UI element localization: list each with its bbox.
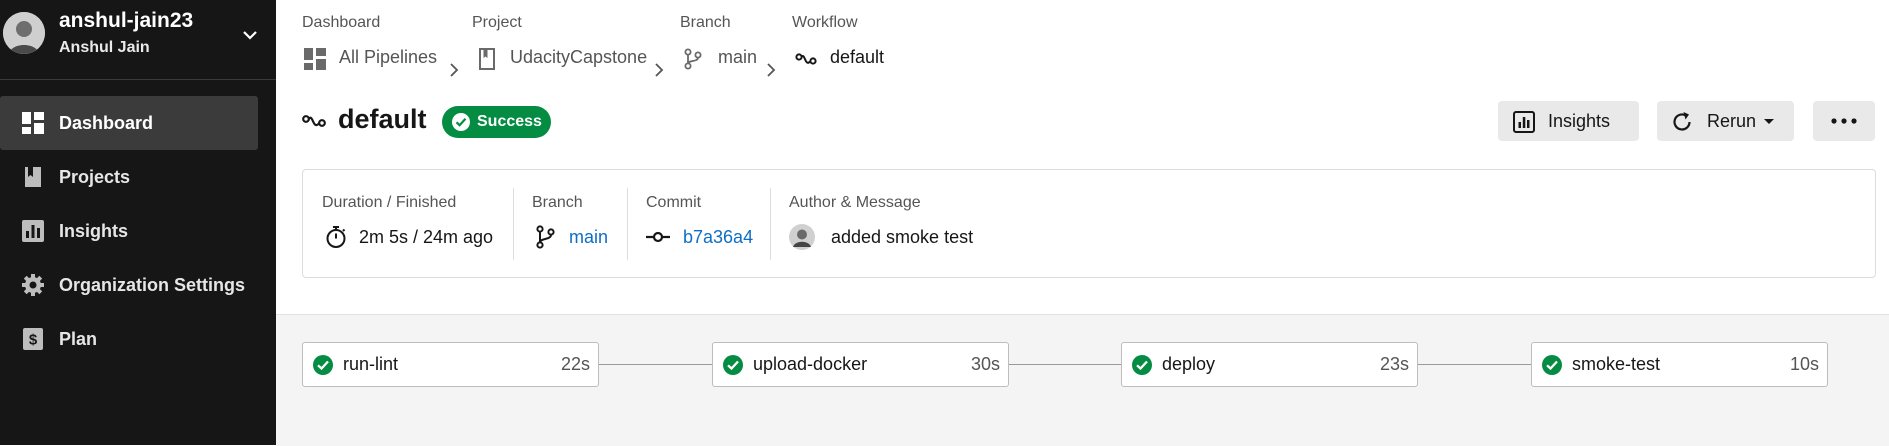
more-horizontal-icon [1831,118,1857,124]
check-circle-icon [723,355,743,375]
sidebar-item-plan[interactable]: $ Plan [0,312,276,366]
chevron-down-icon[interactable] [240,25,260,45]
job-name: upload-docker [753,354,868,374]
sidebar-item-label: Organization Settings [59,274,246,295]
commit-icon [646,231,670,243]
section-divider [627,188,628,260]
job-smoke-test[interactable]: smoke-test 10s [1531,342,1828,387]
breadcrumb-label: Dashboard [302,14,381,31]
rerun-button[interactable]: Rerun [1657,101,1794,141]
breadcrumb-value: All Pipelines [339,47,438,67]
job-duration: 23s [1379,354,1409,374]
check-circle-icon [1542,355,1562,375]
bar-chart-icon [22,220,44,242]
check-circle-icon [452,113,470,131]
book-icon [25,167,41,187]
pipeline-info-card: Duration / Finished 2m 5s / 24m ago Bran… [302,169,1876,278]
breadcrumb-label: Workflow [792,14,858,31]
breadcrumb-label: Project [472,14,522,31]
book-icon [479,48,495,70]
sidebar-item-label: Projects [59,166,131,187]
sidebar-item-insights[interactable]: Insights [0,204,276,258]
job-name: smoke-test [1572,354,1661,374]
job-deploy[interactable]: deploy 23s [1121,342,1418,387]
gear-icon [22,274,44,296]
dollar-icon: $ [23,328,43,350]
insights-button[interactable]: Insights [1498,101,1639,141]
job-name: deploy [1162,354,1216,374]
sidebar-divider [0,79,276,80]
duration-value: 2m 5s / 24m ago [359,227,494,247]
breadcrumb-value: main [718,47,758,67]
job-connector [598,364,712,365]
section-divider [770,188,771,260]
refresh-icon [1673,112,1691,131]
workflow-graph: run-lint 22s upload-docker 30s deploy 23… [276,314,1889,446]
job-upload-docker[interactable]: upload-docker 30s [712,342,1009,387]
stopwatch-icon [326,226,346,248]
job-duration: 30s [970,354,1000,374]
user-full-name: Anshul Jain [59,39,150,56]
user-menu[interactable]: anshul-jain23 Anshul Jain [0,0,276,68]
check-circle-icon [1132,355,1152,375]
branch-link[interactable]: main [569,227,608,248]
rerun-button-label: Rerun [1707,111,1757,131]
commit-label: Commit [646,194,702,211]
breadcrumb-value: UdacityCapstone [510,47,648,67]
job-connector [1008,364,1121,365]
dashboard-icon [304,48,326,70]
sidebar-item-label: Plan [59,328,98,349]
sidebar: anshul-jain23 Anshul Jain Dashboard Proj… [0,0,276,445]
author-avatar [789,224,815,250]
job-name: run-lint [343,354,399,374]
breadcrumb-dashboard[interactable]: Dashboard All Pipelines [302,14,437,70]
branch-icon [536,225,555,249]
caret-down-icon [1764,119,1774,124]
breadcrumb-branch[interactable]: Branch main [680,14,757,70]
workflow-icon [795,53,817,65]
sidebar-item-label: Insights [59,220,129,241]
job-connector [1417,364,1531,365]
breadcrumb-project[interactable]: Project UdacityCapstone [472,14,647,70]
chevron-right-icon [655,63,664,77]
branch-icon [684,48,702,70]
commit-message: added smoke test [831,227,974,247]
status-badge: Success [442,106,551,138]
chevron-right-icon [450,63,459,77]
job-duration: 22s [560,354,590,374]
branch-label: Branch [532,194,583,211]
section-divider [513,188,514,260]
avatar [3,12,45,54]
author-label: Author & Message [789,194,921,211]
chevron-right-icon [767,63,776,77]
svg-text:$: $ [29,332,38,349]
job-duration: 10s [1789,354,1819,374]
username: anshul-jain23 [59,9,194,32]
bar-chart-icon [1513,111,1535,133]
commit-link[interactable]: b7a36a4 [683,227,753,248]
sidebar-nav: Dashboard Projects Insights Organization… [0,96,276,366]
breadcrumb-value: default [830,47,885,67]
check-circle-icon [313,355,333,375]
insights-button-label: Insights [1548,111,1611,131]
sidebar-item-organization-settings[interactable]: Organization Settings [0,258,276,312]
breadcrumb-workflow[interactable]: Workflow default [792,14,884,67]
status-text: Success [477,113,542,130]
more-options-button[interactable] [1813,101,1875,141]
duration-label: Duration / Finished [322,194,457,211]
sidebar-item-dashboard[interactable]: Dashboard [0,96,258,150]
job-run-lint[interactable]: run-lint 22s [302,342,599,387]
page-title: default [338,104,427,134]
dashboard-icon [22,112,44,134]
breadcrumb-label: Branch [680,14,731,31]
sidebar-item-projects[interactable]: Projects [0,150,276,204]
sidebar-item-label: Dashboard [59,112,154,133]
workflow-icon [302,115,326,127]
